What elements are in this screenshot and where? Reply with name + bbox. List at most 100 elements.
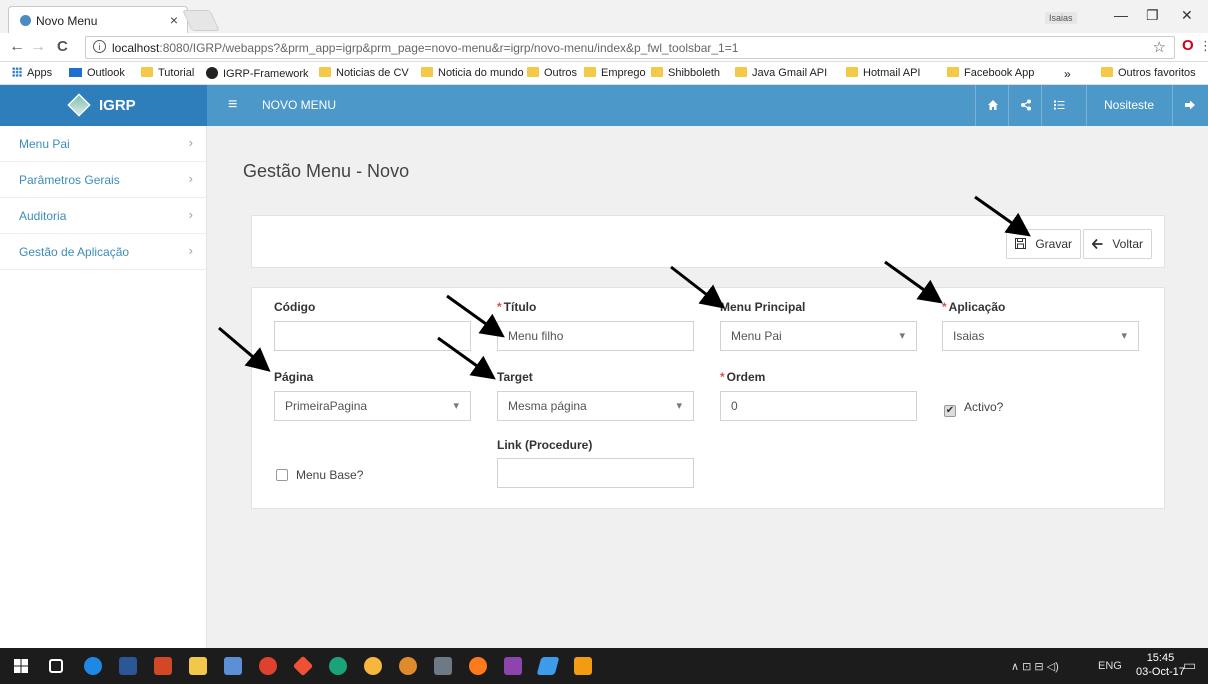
- aplicacao-select[interactable]: Isaias: [942, 321, 1139, 351]
- sidebar: Menu Pai › Parâmetros Gerais › Auditoria…: [0, 126, 207, 648]
- bookmark-noticias-cv[interactable]: Noticias de CV: [319, 67, 409, 79]
- app-icon[interactable]: [504, 657, 522, 675]
- app-icon[interactable]: [364, 657, 382, 675]
- folder-icon: [947, 67, 959, 77]
- activo-checkbox[interactable]: ✔ Activo?: [944, 400, 1003, 417]
- bookmark-outlook[interactable]: Outlook: [69, 67, 125, 79]
- required-marker: *: [497, 300, 502, 314]
- link-procedure-input[interactable]: [497, 458, 694, 488]
- aplicacao-label: * Aplicação: [942, 300, 1006, 314]
- minimize-icon[interactable]: —: [1114, 7, 1128, 23]
- sidebar-item-gestao-aplicacao[interactable]: Gestão de Aplicação ›: [0, 234, 206, 270]
- user-menu[interactable]: Nositeste: [1088, 85, 1170, 126]
- chevron-right-icon: ›: [188, 171, 193, 186]
- link-procedure-label: Link (Procedure): [497, 438, 593, 452]
- list-button[interactable]: [1044, 85, 1074, 126]
- hamburger-menu-icon[interactable]: ≡: [228, 96, 237, 114]
- edge-browser-icon[interactable]: [84, 657, 102, 675]
- opera-extension-icon[interactable]: O: [1182, 37, 1194, 54]
- tab-close-icon[interactable]: ×: [170, 12, 178, 28]
- logout-button[interactable]: [1175, 85, 1205, 126]
- browser-tab[interactable]: Novo Menu ×: [8, 6, 188, 33]
- bookmark-hotmail-api[interactable]: Hotmail API: [846, 67, 920, 79]
- firefox-icon[interactable]: [469, 657, 487, 675]
- igrp-logo-icon: [67, 93, 91, 117]
- task-view-icon[interactable]: [49, 659, 63, 673]
- header-divider: [975, 85, 976, 126]
- restore-icon[interactable]: ❐: [1146, 7, 1159, 24]
- sidebar-item-parametros-gerais[interactable]: Parâmetros Gerais ›: [0, 162, 206, 198]
- language-indicator[interactable]: ENG: [1098, 660, 1122, 672]
- clock-time: 15:45: [1146, 652, 1175, 664]
- required-marker: *: [942, 300, 947, 314]
- bookmark-java-gmail-api[interactable]: Java Gmail API: [735, 67, 827, 79]
- codigo-input[interactable]: [274, 321, 471, 351]
- bookmark-noticia-mundo[interactable]: Noticia do mundo: [421, 67, 524, 79]
- app-header: IGRP ≡ NOVO MENU Nositeste: [0, 85, 1208, 126]
- browser-menu-icon[interactable]: ⋮: [1199, 38, 1208, 54]
- sidebar-item-auditoria[interactable]: Auditoria ›: [0, 198, 206, 234]
- ordem-input[interactable]: 0: [720, 391, 917, 421]
- bookmarks-bar: Apps Outlook Tutorial IGRP-Framework Not…: [0, 62, 1208, 85]
- site-info-icon[interactable]: i: [93, 40, 106, 53]
- menu-base-checkbox[interactable]: Menu Base?: [276, 468, 363, 482]
- clock[interactable]: 15:45 03-Oct-17: [1136, 651, 1185, 679]
- list-icon: [1054, 100, 1065, 110]
- network-app-icon[interactable]: [224, 657, 242, 675]
- tab-title: Novo Menu: [36, 14, 98, 28]
- share-button[interactable]: [1011, 85, 1041, 126]
- clock-date: 03-Oct-17: [1136, 666, 1185, 678]
- bookmark-igrp-framework[interactable]: IGRP-Framework: [206, 67, 309, 80]
- header-divider: [1008, 85, 1009, 126]
- bookmark-outros[interactable]: Outros: [527, 67, 577, 79]
- bookmark-emprego[interactable]: Emprego: [584, 67, 646, 79]
- word-icon[interactable]: [119, 657, 137, 675]
- notifications-icon[interactable]: ▭: [1183, 657, 1196, 674]
- back-button[interactable]: Voltar: [1083, 229, 1153, 259]
- url-input[interactable]: i localhost:8080/IGRP/webapps?&prm_app=i…: [85, 36, 1175, 59]
- required-marker: *: [720, 370, 725, 384]
- page-name: NOVO MENU: [262, 98, 337, 112]
- powerpoint-icon[interactable]: [154, 657, 172, 675]
- window-close-icon[interactable]: ✕: [1181, 7, 1193, 24]
- codigo-label: Código: [274, 300, 316, 314]
- app-icon[interactable]: [399, 657, 417, 675]
- file-explorer-icon[interactable]: [189, 657, 207, 675]
- git-icon[interactable]: [292, 655, 314, 677]
- pagina-select[interactable]: PrimeiraPagina: [274, 391, 471, 421]
- menu-principal-select[interactable]: Menu Pai: [720, 321, 917, 351]
- sidebar-item-label: Gestão de Aplicação: [19, 245, 130, 259]
- more-bookmarks-icon[interactable]: »: [1064, 67, 1071, 81]
- bookmark-facebook-app[interactable]: Facebook App: [947, 67, 1034, 79]
- media-player-icon[interactable]: [574, 657, 592, 675]
- tray-icons[interactable]: ∧ ⊡ ⊟ ◁): [1011, 660, 1059, 673]
- reload-icon[interactable]: C: [57, 38, 68, 55]
- upwork-icon[interactable]: [329, 657, 347, 675]
- brand[interactable]: IGRP: [0, 85, 207, 126]
- target-select[interactable]: Mesma página: [497, 391, 694, 421]
- folder-icon: [1101, 67, 1113, 77]
- bookmark-outros-favoritos[interactable]: Outros favoritos: [1101, 67, 1196, 79]
- apps-grid-icon: [12, 67, 22, 77]
- bookmark-star-icon[interactable]: ☆: [1153, 38, 1166, 56]
- checkbox-unchecked-icon[interactable]: [276, 469, 288, 481]
- checkbox-checked-icon[interactable]: ✔: [944, 405, 956, 417]
- sidebar-item-label: Auditoria: [19, 209, 67, 223]
- share-icon: [1021, 99, 1031, 111]
- sidebar-item-menu-pai[interactable]: Menu Pai ›: [0, 126, 206, 162]
- titulo-input[interactable]: Menu filho: [497, 321, 694, 351]
- menu-principal-label: Menu Principal: [720, 300, 806, 314]
- browser-profile-badge[interactable]: Isaias: [1045, 12, 1077, 24]
- bookmark-tutorial[interactable]: Tutorial: [141, 67, 194, 79]
- chrome-icon[interactable]: [259, 657, 277, 675]
- app-icon[interactable]: [536, 657, 560, 675]
- app-icon[interactable]: [434, 657, 452, 675]
- back-arrow-icon[interactable]: ←: [9, 38, 25, 56]
- chevron-right-icon: ›: [188, 135, 193, 150]
- forward-arrow-icon[interactable]: →: [30, 38, 46, 56]
- bookmark-apps[interactable]: Apps: [12, 67, 52, 79]
- windows-start-icon[interactable]: [14, 659, 28, 673]
- bookmark-shibboleth[interactable]: Shibboleth: [651, 67, 720, 79]
- home-button[interactable]: [978, 85, 1008, 126]
- save-button[interactable]: Gravar: [1006, 229, 1082, 259]
